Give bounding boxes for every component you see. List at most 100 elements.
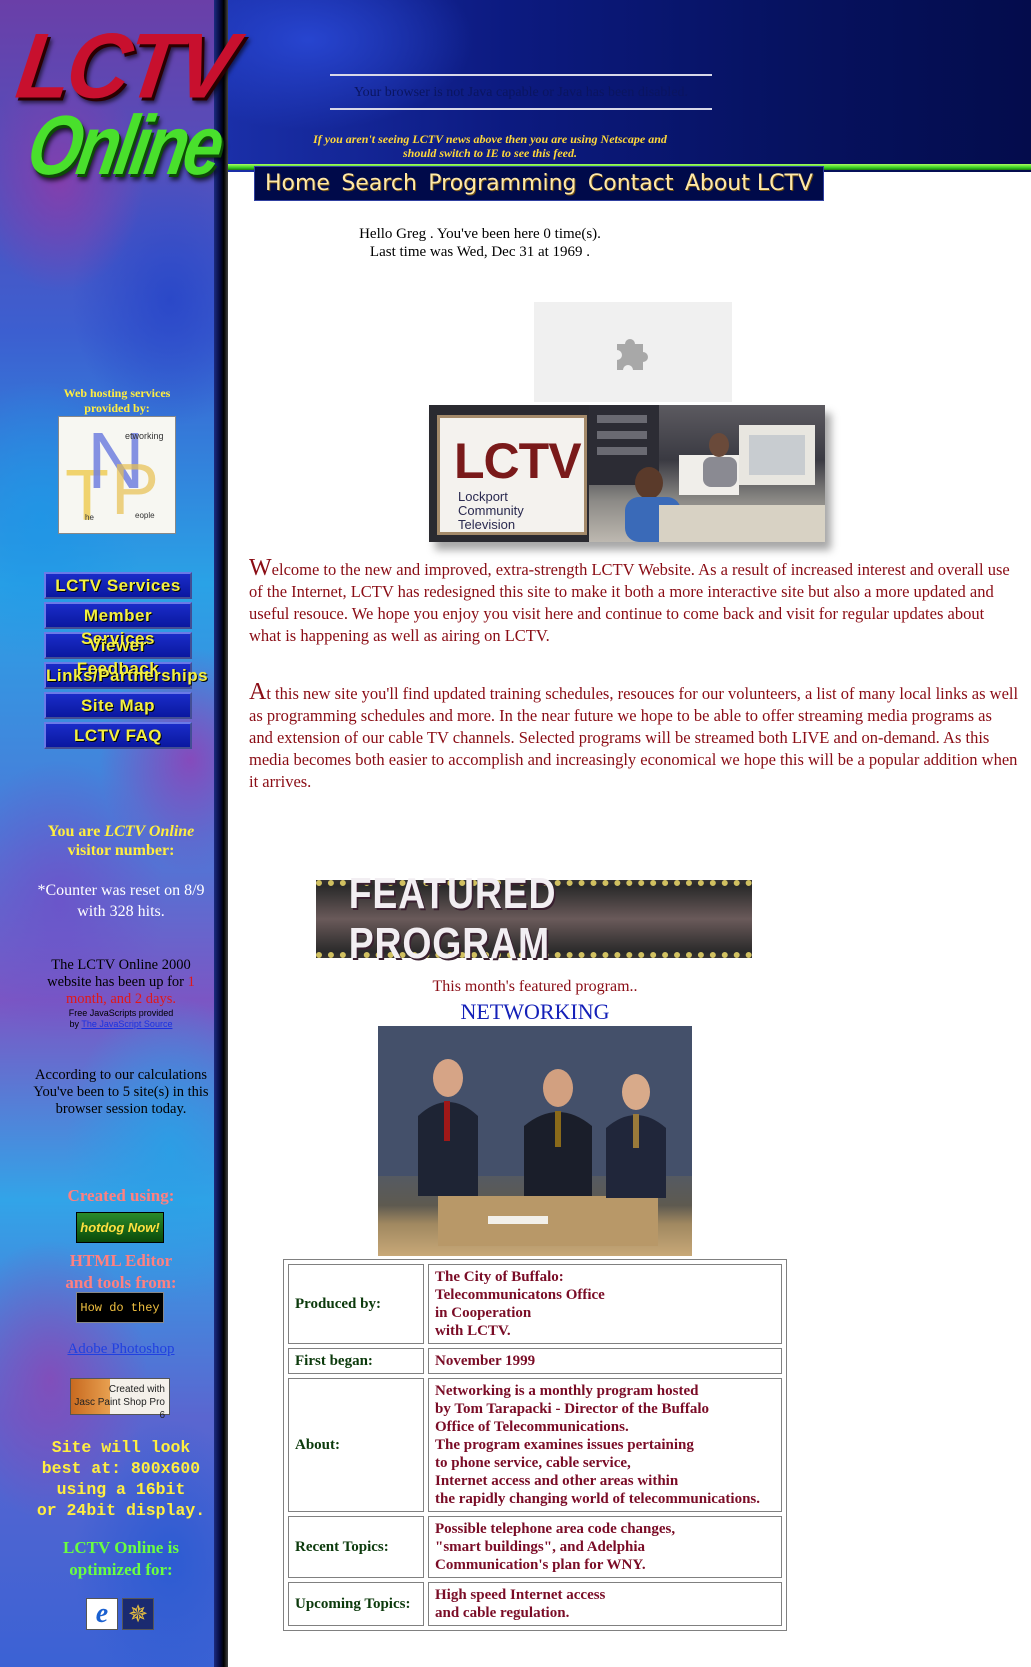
internet-explorer-icon[interactable]: e: [86, 1598, 118, 1630]
missing-plugin-placeholder[interactable]: [534, 302, 732, 402]
hosting-line: provided by:: [84, 401, 150, 415]
program-info-key: Upcoming Topics:: [288, 1582, 424, 1626]
best-view-line: using a 16bit: [56, 1480, 186, 1499]
program-info-value-line: Networking is a monthly program hosted: [435, 1383, 699, 1399]
program-info-body: Produced by: The City of Buffalo: Telecomm…: [288, 1264, 782, 1626]
hosting-credit: Web hosting services provided by:: [40, 386, 194, 416]
how-do-they-button[interactable]: How do they: [76, 1292, 164, 1323]
program-info-value: High speed Internet access and cable regu…: [428, 1582, 782, 1626]
js-credit-text: Free JavaScripts provided: [68, 1008, 174, 1018]
program-info-value-line: The City of Buffalo:: [435, 1269, 564, 1285]
applet-top-rule: [330, 74, 712, 76]
lctv-online-logo[interactable]: LCTV Online: [10, 14, 250, 192]
drop-cap: A: [249, 679, 267, 705]
program-info-row: Produced by: The City of Buffalo: Telecomm…: [288, 1264, 782, 1344]
js-credit: Free JavaScripts provided by The JavaScr…: [28, 1008, 214, 1030]
hotdog-editor-button[interactable]: hotdog Now!: [76, 1212, 164, 1243]
program-info-value: November 1999: [428, 1348, 782, 1374]
netscape-notice-line: If you aren't seeing LCTV news above the…: [313, 132, 667, 146]
sign-line: Community: [458, 503, 524, 518]
nav-search[interactable]: Search: [341, 171, 417, 196]
program-info-key: Produced by:: [288, 1264, 424, 1344]
calc-line: You've been to 5 site(s) in this browser…: [33, 1084, 209, 1117]
program-info-value: The City of Buffalo: Telecommunicatons Of…: [428, 1264, 782, 1344]
welcome-text: elcome to the new and improved, extra-st…: [249, 560, 1010, 645]
sign-subtitle: Lockport Community Television: [458, 490, 524, 532]
visitor-site-name: LCTV Online: [104, 823, 195, 840]
studio-scene: [589, 405, 825, 542]
program-info-value-line: "smart buildings", and Adelphia: [435, 1539, 646, 1555]
welcome-text: t this new site you'll find updated trai…: [249, 684, 1019, 791]
program-info-value-line: Telecommunicatons Office: [435, 1287, 605, 1303]
nav-home[interactable]: Home: [265, 171, 330, 196]
welcome-paragraph-1: Welcome to the new and improved, extra-s…: [249, 555, 1019, 647]
program-info-value-line: in Cooperation: [435, 1305, 532, 1321]
counter-reset-note: *Counter was reset on 8/9 with 328 hits.: [37, 882, 205, 920]
paint-shop-pro-button[interactable]: Created with Jasc Paint Shop Pro 6: [70, 1378, 170, 1421]
nav-about-lctv[interactable]: About LCTV: [685, 171, 813, 196]
program-info-value: Networking is a monthly program hosted by…: [428, 1378, 782, 1512]
featured-intro: This month's featured program..: [432, 978, 638, 995]
program-info-row: Upcoming Topics: High speed Internet acce…: [288, 1582, 782, 1626]
hosting-line: Web hosting services: [63, 386, 171, 400]
nav-programming[interactable]: Programming: [428, 171, 576, 196]
program-info-value-line: The program examines issues pertaining: [435, 1437, 694, 1453]
program-info-value-line: Possible telephone area code changes,: [435, 1521, 676, 1537]
program-info-value-line: by Tom Tarapacki - Director of the Buffa…: [435, 1401, 710, 1417]
welcome-paragraph-2: At this new site you'll find updated tra…: [249, 679, 1019, 793]
session-calculation: According to our calculations You've bee…: [28, 1067, 214, 1118]
featured-program-banner: FEATURED PROGRAM: [316, 869, 752, 968]
best-viewed-note: Site will look best at: 800x600 using a …: [22, 1437, 220, 1521]
optimized-for-label: LCTV Online is optimized for:: [28, 1537, 214, 1581]
sidebar-menu: LCTV Services Member Services Viewer Fee…: [44, 572, 208, 752]
program-info-key: Recent Topics:: [288, 1516, 424, 1578]
javascript-source-link[interactable]: The JavaScript Source: [81, 1019, 172, 1029]
tnp-host-logo[interactable]: T N P etworking he eople: [58, 416, 176, 536]
uptime-text: The LCTV Online 2000 website has been up…: [47, 957, 191, 990]
sidebar-item-site-map[interactable]: Site Map: [44, 692, 192, 719]
program-info-value-line: Communication's plan for WNY.: [435, 1557, 646, 1573]
netscape-wheel-icon[interactable]: ✵: [122, 1598, 154, 1630]
program-info-row: First began: November 1999: [288, 1348, 782, 1374]
sidebar-item-member-services[interactable]: Member Services: [44, 602, 192, 648]
netscape-notice: If you aren't seeing LCTV news above the…: [290, 132, 690, 160]
program-info-value-line: the rapidly changing world of telecommun…: [435, 1491, 760, 1507]
psp-line: Created with: [108, 1384, 165, 1395]
sidebar-item-lctv-faq[interactable]: LCTV FAQ: [44, 722, 192, 749]
sidebar-edge-shadow: [214, 0, 228, 1667]
visitor-greeting: Hello Greg . You've been here 0 time(s).…: [300, 225, 660, 261]
program-info-value-line: Internet access and other areas within: [435, 1473, 679, 1489]
psp-line: Jasc Paint Shop Pro 6: [74, 1397, 165, 1421]
html-editor-line: HTML Editor: [69, 1251, 173, 1270]
optimized-line: LCTV Online is: [63, 1538, 179, 1557]
created-using-label: Created using:: [67, 1186, 175, 1205]
featured-banner-text: FEATURED PROGRAM: [348, 869, 557, 968]
tnp-logo-people: eople: [135, 511, 155, 520]
html-editor-line: and tools from:: [65, 1273, 177, 1292]
greeting-line: Last time was Wed, Dec 31 at 1969 .: [369, 244, 591, 260]
studio-control-room: [589, 405, 825, 542]
program-info-row: About: Networking is a monthly program ho…: [288, 1378, 782, 1512]
tnp-logo-the: he: [85, 513, 94, 522]
logo-online-text: Online: [21, 98, 228, 192]
visitor-prefix: You are: [47, 823, 101, 840]
js-credit-by: by: [69, 1019, 80, 1029]
sign-title: LCTV: [454, 433, 582, 489]
sidebar-item-lctv-services[interactable]: LCTV Services: [44, 572, 192, 599]
networking-hosts-photo: [378, 1026, 692, 1256]
best-view-line: Site will look: [51, 1438, 191, 1457]
netscape-notice-line: should switch to IE to see this feed.: [402, 146, 578, 160]
java-disabled-message: Your browser is not Java capable or Java…: [353, 85, 689, 100]
drop-cap: W: [249, 555, 272, 581]
lctv-sign: LCTV Lockport Community Television: [437, 415, 587, 535]
adobe-photoshop-link[interactable]: Adobe Photoshop: [28, 1341, 214, 1358]
nav-contact[interactable]: Contact: [588, 171, 674, 196]
sidebar-item-links-partnerships[interactable]: Links/Partnerships: [44, 662, 208, 689]
lctv-studio-photo: LCTV Lockport Community Television: [429, 405, 825, 542]
program-info-value: Possible telephone area code changes, "sm…: [428, 1516, 782, 1578]
sidebar-item-viewer-feedback[interactable]: Viewer Feedback: [44, 632, 192, 678]
program-info-key: First began:: [288, 1348, 424, 1374]
program-info-row: Recent Topics: Possible telephone area co…: [288, 1516, 782, 1578]
program-info-value-line: High speed Internet access: [435, 1587, 606, 1603]
applet-bottom-rule: [330, 108, 712, 110]
